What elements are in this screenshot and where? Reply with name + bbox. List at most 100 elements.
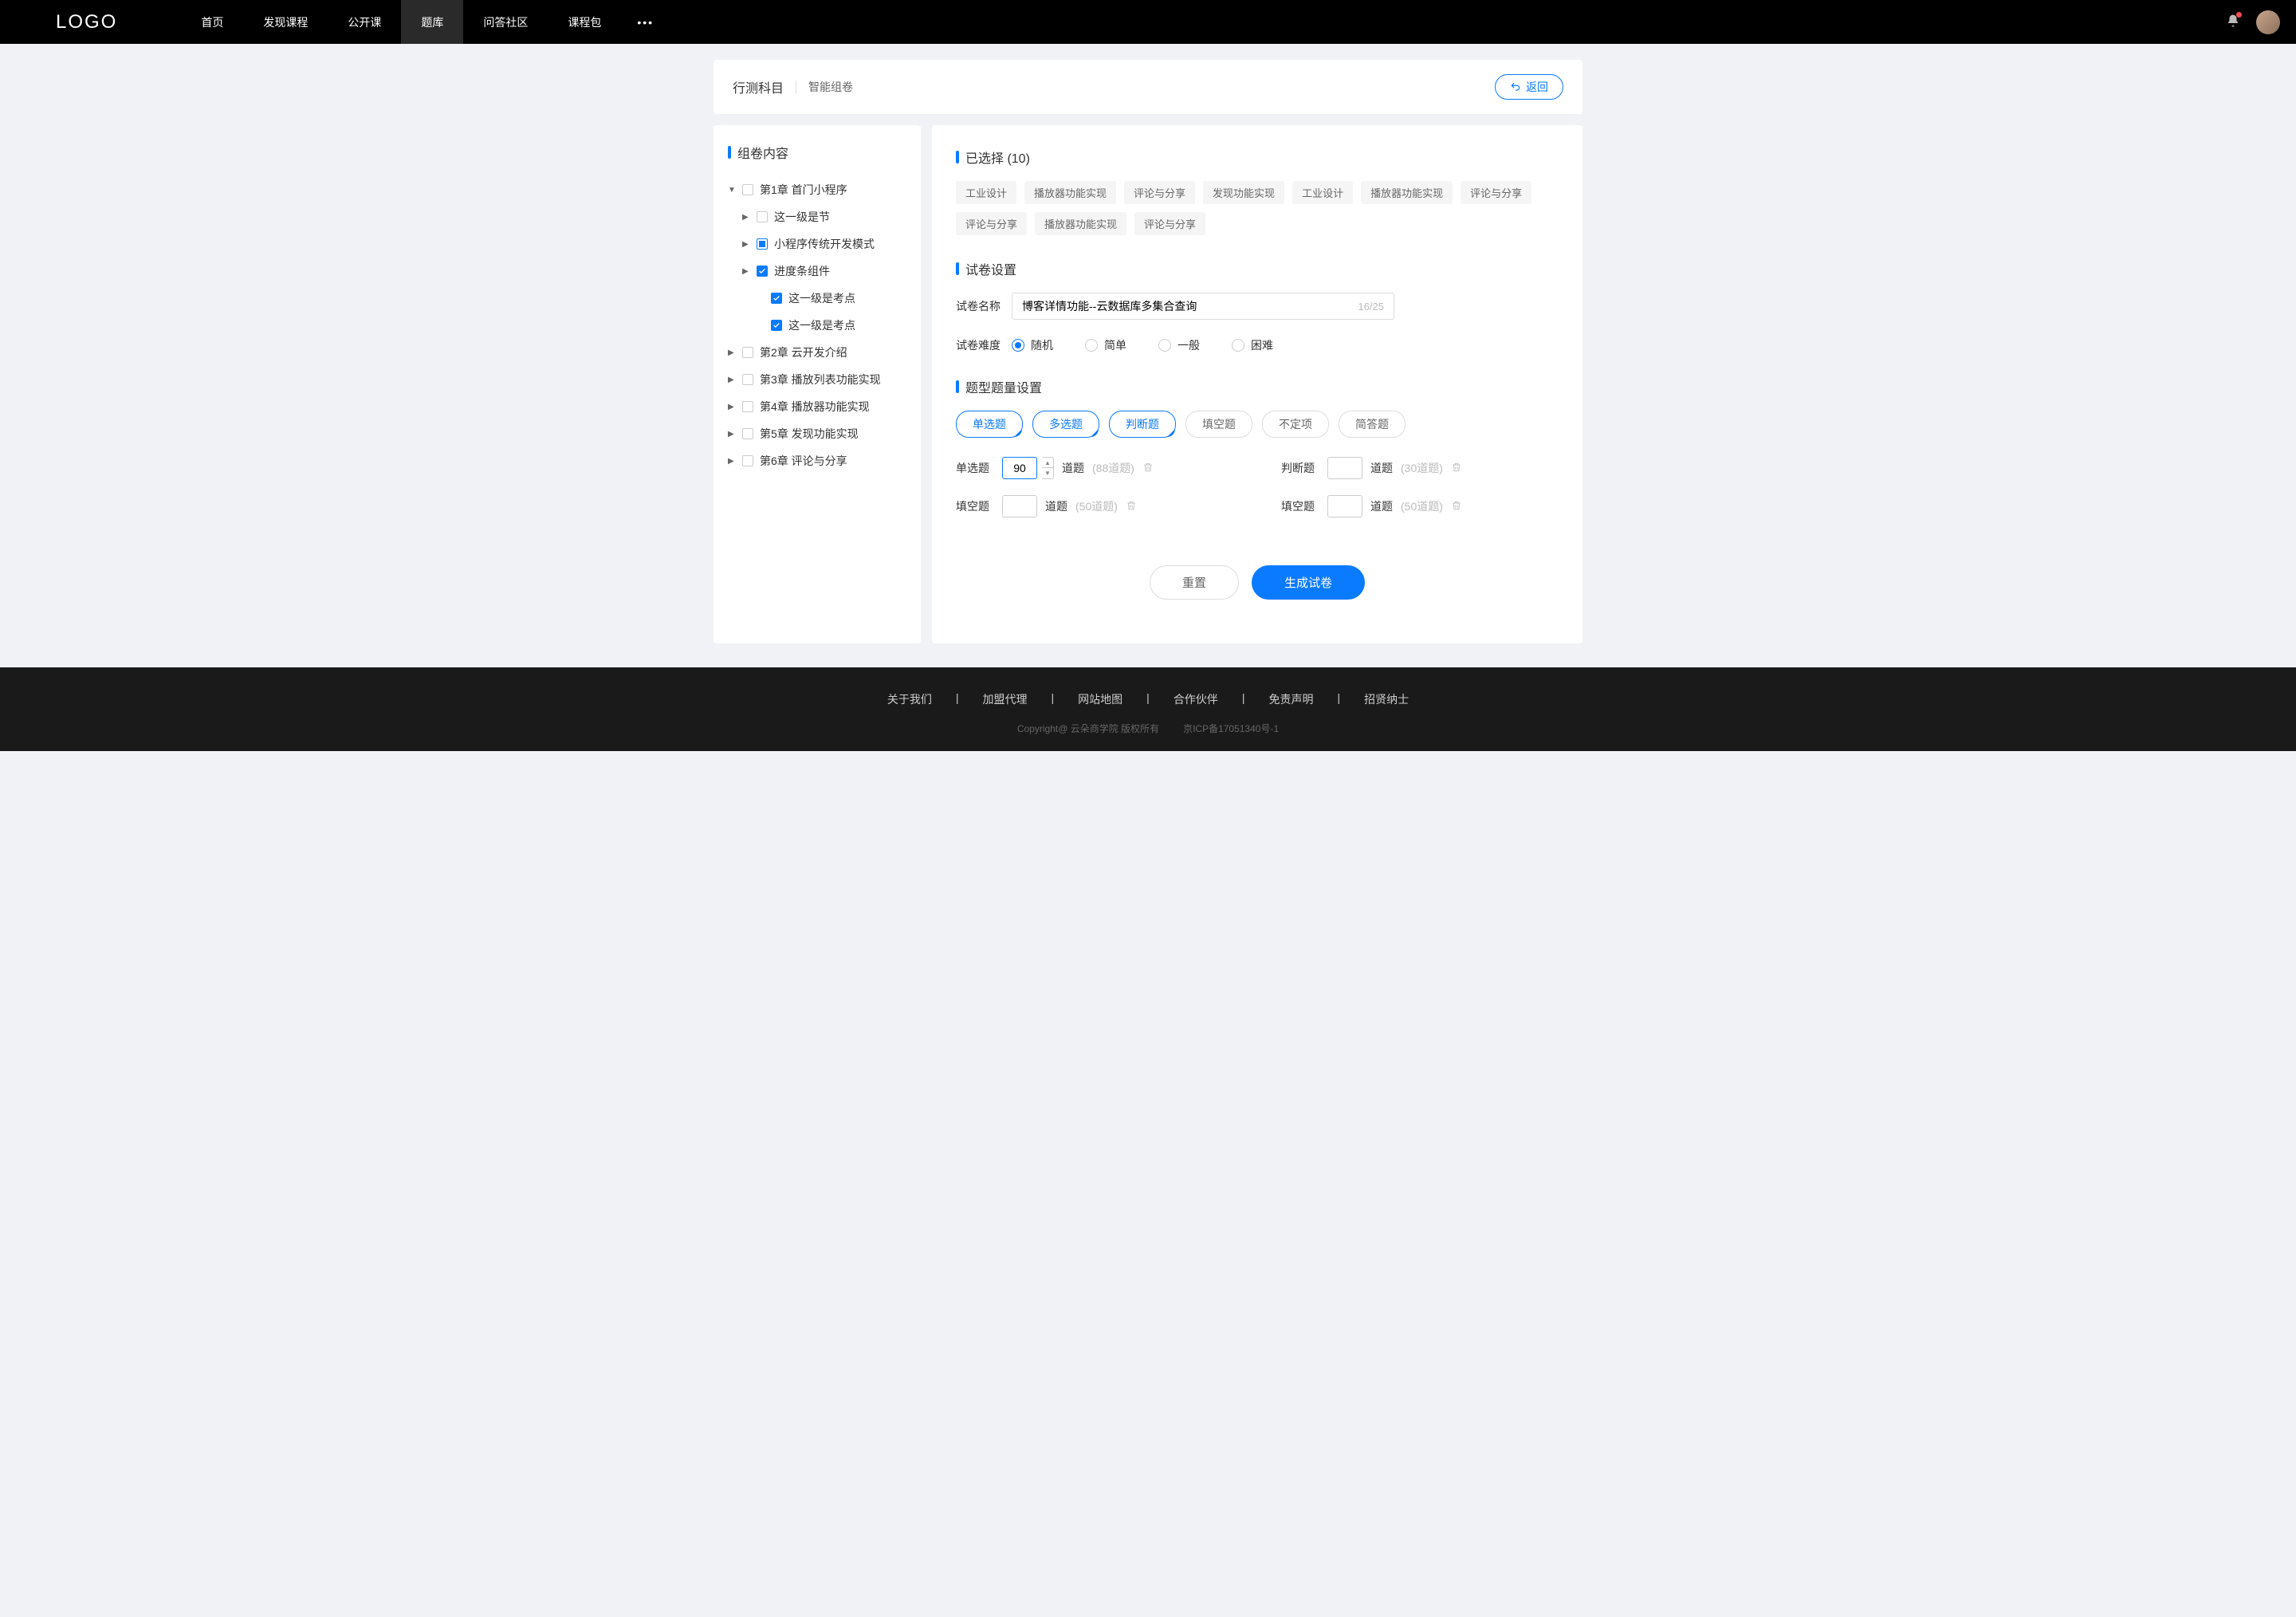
tree-node[interactable]: ▶第5章 发现功能实现 [728, 420, 906, 447]
nav-item[interactable]: 发现课程 [243, 0, 328, 44]
trash-icon[interactable] [1142, 462, 1154, 475]
tree-node[interactable]: ▶第6章 评论与分享 [728, 447, 906, 474]
reset-button[interactable]: 重置 [1150, 565, 1239, 600]
tree-checkbox[interactable] [742, 347, 753, 358]
caret-right-icon[interactable]: ▶ [742, 213, 750, 222]
type-button[interactable]: 不定项 [1262, 411, 1329, 438]
qty-input[interactable] [1327, 457, 1362, 479]
notification-bell-icon[interactable] [2226, 14, 2240, 30]
nav-item[interactable]: 题库 [401, 0, 463, 44]
tree-node[interactable]: ▶小程序传统开发模式 [742, 230, 906, 258]
step-down-icon[interactable]: ▼ [1042, 468, 1053, 478]
tree-checkbox[interactable] [742, 428, 753, 439]
tree-checkbox[interactable] [742, 455, 753, 466]
tree-node[interactable]: ▶这一级是节 [742, 203, 906, 230]
qty-input[interactable] [1327, 495, 1362, 517]
tree-node[interactable]: ▶ 第4章 播放器功能实现 [728, 393, 906, 420]
type-button[interactable]: 判断题 [1109, 411, 1176, 438]
type-button[interactable]: 简答题 [1339, 411, 1406, 438]
selected-tag[interactable]: 工业设计 [1292, 181, 1353, 204]
type-button[interactable]: 填空题 [1185, 411, 1252, 438]
paper-name-input-wrap: 16/25 [1012, 293, 1394, 320]
nav-item[interactable]: 公开课 [328, 0, 401, 44]
sidebar-title: 组卷内容 [728, 143, 906, 162]
footer-link[interactable]: 加盟代理 [983, 691, 1028, 707]
footer-copyright: Copyright@ 云朵商学院 版权所有 [1017, 722, 1159, 735]
qty-label: 填空题 [1281, 498, 1319, 514]
footer-link[interactable]: 合作伙伴 [1174, 691, 1218, 707]
radio-icon [1085, 339, 1098, 352]
trash-icon[interactable] [1451, 500, 1462, 513]
selected-tag[interactable]: 发现功能实现 [1203, 181, 1284, 204]
caret-right-icon[interactable]: ▶ [728, 348, 736, 357]
tree-checkbox[interactable] [771, 320, 782, 331]
return-icon [1510, 81, 1521, 92]
selected-tag[interactable]: 播放器功能实现 [1035, 212, 1126, 235]
tree-checkbox[interactable] [742, 401, 753, 412]
caret-right-icon[interactable]: ▶ [728, 403, 736, 411]
radio-icon [1012, 339, 1024, 352]
caret-right-icon[interactable]: ▶ [742, 267, 750, 276]
selected-tag[interactable]: 评论与分享 [1461, 181, 1531, 204]
qty-input[interactable] [1002, 495, 1037, 517]
trash-icon[interactable] [1451, 462, 1462, 475]
footer-link[interactable]: 免责声明 [1268, 691, 1313, 707]
tree-node[interactable]: ▼ 第1章 首门小程序 [728, 176, 906, 203]
caret-down-icon[interactable]: ▼ [728, 186, 736, 195]
difficulty-radio[interactable]: 一般 [1158, 337, 1200, 353]
qty-unit: 道题 [1045, 498, 1067, 514]
difficulty-label: 试卷难度 [956, 337, 1012, 353]
radio-icon [1158, 339, 1171, 352]
tree-checkbox[interactable] [757, 238, 768, 250]
tree-checkbox[interactable] [757, 211, 768, 222]
sidebar: 组卷内容 ▼第1章 首门小程序▶这一级是节▶小程序传统开发模式▶进度条组件这一级… [714, 125, 921, 643]
tree-node[interactable]: ▶第2章 云开发介绍 [728, 339, 906, 366]
footer-link[interactable]: 招贤纳士 [1364, 691, 1409, 707]
user-avatar[interactable] [2256, 10, 2280, 34]
qty-input[interactable] [1002, 457, 1037, 479]
selected-tag[interactable]: 评论与分享 [1124, 181, 1195, 204]
type-button[interactable]: 多选题 [1032, 411, 1099, 438]
qty-max: (30道题) [1401, 460, 1443, 476]
selected-tag[interactable]: 播放器功能实现 [1024, 181, 1116, 204]
tree-label: 第4章 播放器功能实现 [760, 399, 906, 415]
tree-node[interactable]: 这一级是考点 [757, 285, 906, 312]
tree-checkbox[interactable] [742, 184, 753, 195]
selected-tag[interactable]: 评论与分享 [956, 212, 1027, 235]
radio-label: 困难 [1251, 337, 1273, 353]
nav-item[interactable]: 首页 [181, 0, 243, 44]
step-up-icon[interactable]: ▲ [1042, 458, 1053, 468]
selected-tag[interactable]: 工业设计 [956, 181, 1016, 204]
tree-node[interactable]: 这一级是考点 [757, 312, 906, 339]
difficulty-radio[interactable]: 简单 [1085, 337, 1126, 353]
tree-label: 第1章 首门小程序 [760, 182, 906, 198]
quantity-stepper[interactable]: ▲▼ [1042, 457, 1054, 479]
nav-item[interactable]: 课程包 [548, 0, 621, 44]
radio-label: 一般 [1177, 337, 1200, 353]
selected-tag[interactable]: 播放器功能实现 [1361, 181, 1453, 204]
tree-node[interactable]: ▶进度条组件 [742, 258, 906, 285]
tree-node[interactable]: ▶第3章 播放列表功能实现 [728, 366, 906, 393]
caret-right-icon[interactable]: ▶ [728, 376, 736, 384]
selected-tag[interactable]: 评论与分享 [1134, 212, 1205, 235]
nav-item[interactable]: 问答社区 [463, 0, 548, 44]
generate-button[interactable]: 生成试卷 [1252, 565, 1365, 600]
quantity-row: 填空题道题(50道题) [956, 495, 1233, 517]
difficulty-radio[interactable]: 随机 [1012, 337, 1053, 353]
tree-checkbox[interactable] [742, 374, 753, 385]
footer-link[interactable]: 网站地图 [1078, 691, 1122, 707]
difficulty-radio[interactable]: 困难 [1232, 337, 1273, 353]
trash-icon[interactable] [1126, 500, 1137, 513]
footer-link[interactable]: 关于我们 [887, 691, 932, 707]
nav-more-icon[interactable]: ••• [621, 16, 670, 29]
tree-checkbox[interactable] [757, 266, 768, 277]
main-nav: 首页发现课程公开课题库问答社区课程包 [181, 0, 621, 44]
paper-name-input[interactable] [1022, 300, 1358, 313]
qty-max: (50道题) [1075, 498, 1118, 514]
caret-right-icon[interactable]: ▶ [728, 430, 736, 439]
type-button[interactable]: 单选题 [956, 411, 1023, 438]
caret-right-icon[interactable]: ▶ [728, 457, 736, 466]
tree-checkbox[interactable] [771, 293, 782, 304]
caret-right-icon[interactable]: ▶ [742, 240, 750, 249]
back-button[interactable]: 返回 [1495, 74, 1563, 100]
